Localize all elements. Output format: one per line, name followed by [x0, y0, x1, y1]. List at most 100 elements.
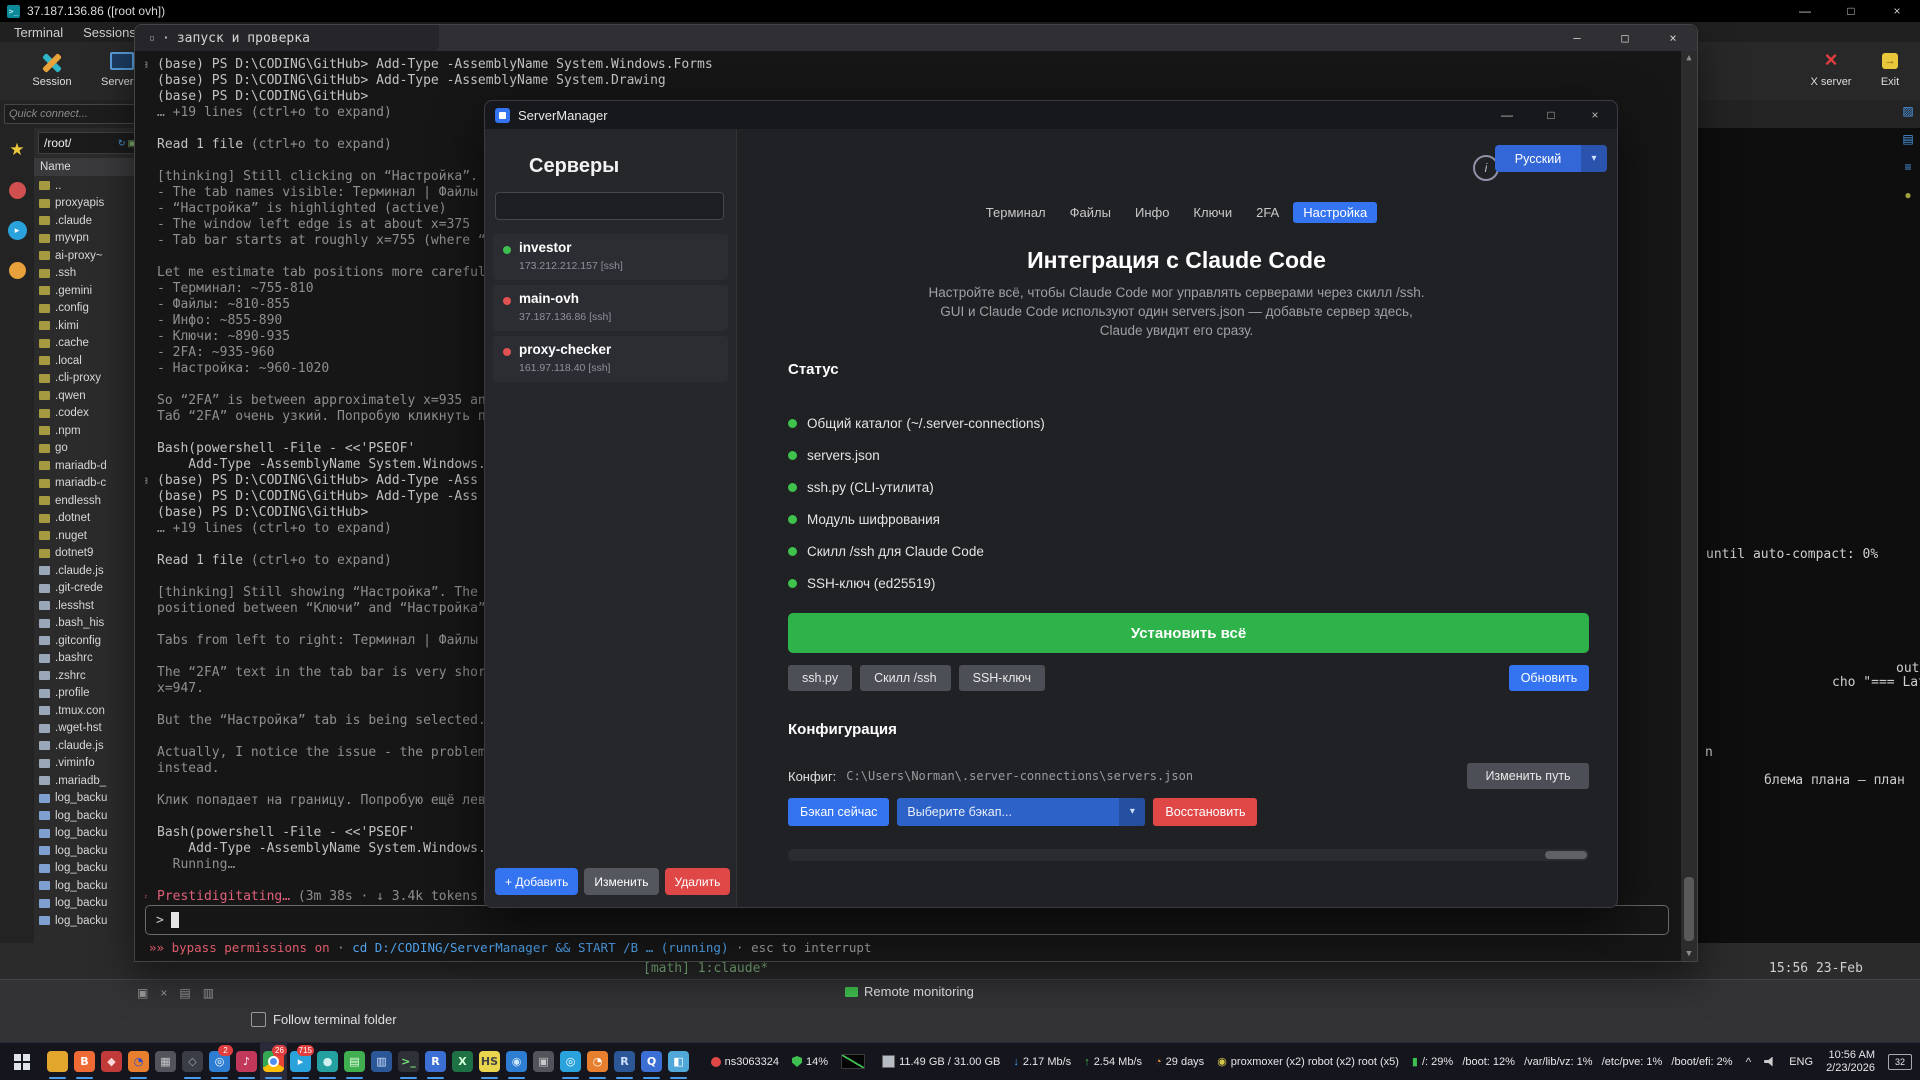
taskbar-app[interactable]: ◇ — [179, 1043, 206, 1080]
file-item[interactable]: .cli-proxy — [34, 370, 144, 388]
delete-server-button[interactable]: Удалить — [665, 868, 731, 895]
file-item[interactable]: log_backu — [34, 790, 144, 808]
file-item[interactable]: .bash_his — [34, 615, 144, 633]
backup-select[interactable]: Выберите бэкап... ▾ — [897, 798, 1145, 826]
notification-center-button[interactable]: 32 — [1888, 1054, 1912, 1070]
file-item[interactable]: mariadb-c — [34, 475, 144, 493]
file-item[interactable]: log_backu — [34, 807, 144, 825]
bottom-bar-icon[interactable]: ▤ — [179, 986, 190, 1000]
terminal-tab[interactable]: ▫ · запуск и проверка — [135, 25, 439, 51]
file-item[interactable]: .gitconfig — [34, 632, 144, 650]
file-item[interactable]: .lesshst — [34, 597, 144, 615]
component-install-button[interactable]: ssh.py — [788, 665, 852, 691]
file-item[interactable]: .viminfo — [34, 755, 144, 773]
session-button[interactable]: Session — [24, 46, 80, 88]
taskbar-app[interactable]: ◎ 2 — [206, 1043, 233, 1080]
file-item[interactable]: .npm — [34, 422, 144, 440]
scroll-down-icon[interactable]: ▼ — [1681, 949, 1697, 959]
x-server-button[interactable]: × X server — [1800, 46, 1862, 88]
volume-icon[interactable] — [1764, 1057, 1776, 1067]
edit-server-button[interactable]: Изменить — [584, 868, 658, 895]
taskbar-app[interactable]: B — [71, 1043, 98, 1080]
add-server-button[interactable]: + Добавить — [495, 868, 578, 895]
taskbar-app[interactable]: ▣ — [530, 1043, 557, 1080]
taskbar-app[interactable]: ▥ — [368, 1043, 395, 1080]
close-button[interactable]: × — [1649, 25, 1697, 51]
refresh-button[interactable]: Обновить — [1509, 665, 1589, 691]
file-item[interactable]: .ssh — [34, 265, 144, 283]
file-item[interactable]: .tmux.con — [34, 702, 144, 720]
component-install-button[interactable]: Скилл /ssh — [860, 665, 950, 691]
server-list-item[interactable]: main-ovh 37.187.136.86 [ssh] — [493, 285, 728, 331]
scroll-up-icon[interactable]: ▲ — [1681, 53, 1697, 63]
bottom-bar-icon[interactable]: ▣ — [137, 986, 148, 1000]
file-item[interactable]: .wget-hst — [34, 720, 144, 738]
taskbar-app[interactable]: X — [449, 1043, 476, 1080]
terminal-scrollbar[interactable]: ▲ ▼ — [1681, 51, 1697, 961]
file-item[interactable]: .dotnet — [34, 510, 144, 528]
component-install-button[interactable]: SSH-ключ — [959, 665, 1045, 691]
file-item[interactable]: .profile — [34, 685, 144, 703]
right-tool-icon[interactable]: ● — [1904, 188, 1911, 202]
tray-item[interactable]: 11.49 GB / 31.00 GB — [882, 1055, 1000, 1068]
file-item[interactable]: log_backu — [34, 877, 144, 895]
bottom-bar-icon[interactable]: × — [160, 986, 167, 1000]
minimize-button[interactable]: — — [1553, 25, 1601, 51]
file-item[interactable]: .config — [34, 300, 144, 318]
server-search-input[interactable] — [495, 192, 724, 220]
taskbar-app[interactable]: ▦ — [152, 1043, 179, 1080]
taskbar-app[interactable]: ◆ — [98, 1043, 125, 1080]
minimize-button[interactable]: — — [1782, 0, 1828, 22]
tray-item[interactable]: ▮ /: 29% /boot: 12% /var/lib/vz: 1% /etc… — [1412, 1055, 1733, 1068]
file-item[interactable]: .. — [34, 177, 144, 195]
taskbar-app[interactable]: ▸ 715 — [287, 1043, 314, 1080]
file-item[interactable]: dotnet9 — [34, 545, 144, 563]
file-item[interactable]: .bashrc — [34, 650, 144, 668]
taskbar-app[interactable]: ◉ — [503, 1043, 530, 1080]
start-button[interactable] — [0, 1043, 44, 1080]
taskbar-app[interactable]: ◎ — [557, 1043, 584, 1080]
taskbar-app[interactable]: R — [611, 1043, 638, 1080]
checkbox-icon[interactable] — [251, 1012, 266, 1027]
file-item[interactable]: .git-crede — [34, 580, 144, 598]
maximize-button[interactable]: □ — [1529, 101, 1573, 129]
telegram-icon[interactable]: ▸ — [8, 221, 27, 240]
sessions-tool-icon[interactable] — [9, 182, 26, 199]
change-path-button[interactable]: Изменить путь — [1467, 763, 1589, 789]
taskbar-app[interactable]: ♪ — [233, 1043, 260, 1080]
keyboard-language[interactable]: ENG — [1789, 1056, 1813, 1068]
restore-button[interactable]: Восстановить — [1153, 798, 1257, 826]
claude-prompt-input[interactable]: > — [145, 905, 1669, 935]
taskbar-app[interactable]: ● — [314, 1043, 341, 1080]
scrollbar-thumb[interactable] — [1545, 851, 1587, 859]
path-refresh-icon[interactable]: ↻ — [116, 133, 128, 153]
tray-item[interactable]: ◔ 29 days — [1155, 1056, 1204, 1068]
quick-connect-input[interactable] — [4, 104, 154, 124]
follow-terminal-folder[interactable]: Follow terminal folder — [251, 1012, 397, 1027]
file-item[interactable]: .cache — [34, 335, 144, 353]
file-item[interactable]: myvpn — [34, 230, 144, 248]
file-item[interactable]: log_backu — [34, 825, 144, 843]
file-item[interactable]: mariadb-d — [34, 457, 144, 475]
tray-expand-chevron[interactable]: ^ — [1746, 1055, 1752, 1069]
bottom-bar-icon[interactable]: ▥ — [203, 986, 214, 1000]
menu-item[interactable]: Terminal — [4, 24, 73, 41]
file-item[interactable]: .claude.js — [34, 562, 144, 580]
file-item[interactable]: .local — [34, 352, 144, 370]
taskbar-app[interactable]: R — [422, 1043, 449, 1080]
tray-item[interactable]: ↑ 2.54 Mb/s — [1084, 1056, 1142, 1068]
file-item[interactable]: .mariadb_ — [34, 772, 144, 790]
maximize-button[interactable]: □ — [1828, 0, 1874, 22]
file-item[interactable]: .codex — [34, 405, 144, 423]
right-tool-icon[interactable]: ▨ — [1902, 104, 1913, 118]
file-item[interactable]: log_backu — [34, 895, 144, 913]
taskbar-app[interactable]: >_ — [395, 1043, 422, 1080]
path-bar[interactable]: /root/ ↻ ▣ — [38, 132, 140, 154]
maximize-button[interactable]: □ — [1601, 25, 1649, 51]
server-list-item[interactable]: investor 173.212.212.157 [ssh] — [493, 234, 728, 280]
exit-button[interactable]: → Exit — [1868, 46, 1912, 88]
taskbar-app[interactable]: ◔ — [125, 1043, 152, 1080]
file-column-header[interactable]: Name — [34, 158, 144, 177]
scrollbar-thumb[interactable] — [1684, 877, 1694, 941]
file-item[interactable]: log_backu — [34, 842, 144, 860]
